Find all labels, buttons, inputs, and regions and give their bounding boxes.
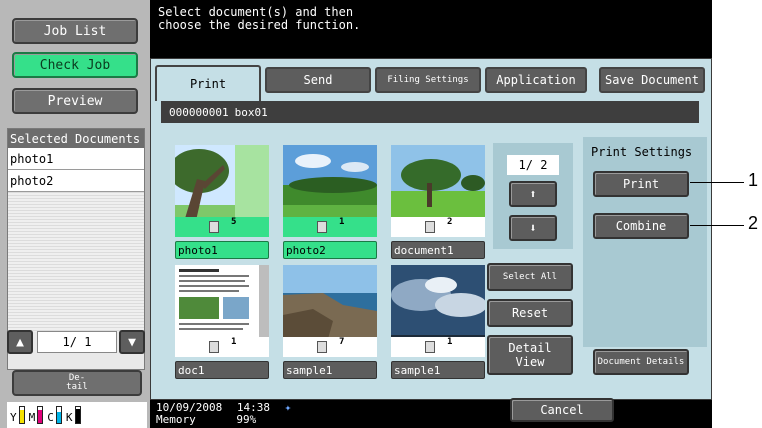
memory-value: 99%: [236, 413, 257, 426]
selected-list-pager: ▲ 1/ 1 ▼: [7, 330, 147, 356]
print-settings-title: Print Settings: [591, 145, 693, 159]
thumbnail-name: document1: [391, 241, 485, 259]
page-count-badge: 1: [283, 217, 377, 237]
reset-button[interactable]: Reset: [487, 299, 573, 327]
save-document-button[interactable]: Save Document: [599, 67, 705, 93]
thumbnail-sample1[interactable]: 7 sample1: [283, 265, 379, 383]
page-count: 2: [447, 217, 453, 227]
print-button[interactable]: Print: [593, 171, 689, 197]
page-count: 1: [339, 217, 345, 227]
network-icon: ✦: [284, 401, 292, 414]
thumbnail-name: sample1: [283, 361, 377, 379]
message-area: Select document(s) and then choose the d…: [150, 0, 712, 62]
preview-button[interactable]: Preview: [12, 88, 138, 114]
combine-button[interactable]: Combine: [593, 213, 689, 239]
thumbnail-pager: 1/ 2 ⬆ ⬇: [493, 143, 573, 249]
list-down-button[interactable]: ▼: [119, 330, 145, 354]
thumbnail-name: photo2: [283, 241, 377, 259]
box-number: 000000001: [169, 105, 229, 119]
toner-levels: Y M C K: [7, 402, 147, 428]
page-count: 5: [231, 217, 237, 227]
arrow-down-icon: ▼: [128, 334, 136, 350]
pages-icon: [425, 341, 435, 353]
list-page-indicator: 1/ 1: [37, 331, 117, 353]
thumbnail-photo1[interactable]: 5 photo1: [175, 145, 271, 263]
thumbnail-page-indicator: 1/ 2: [507, 155, 559, 175]
toner-label: Y: [10, 411, 17, 424]
tab-filing-settings[interactable]: Filing Settings: [375, 67, 481, 93]
toner-label: C: [47, 411, 54, 424]
page-count-badge: 5: [175, 217, 269, 237]
thumbnail-name: sample1: [391, 361, 485, 379]
selected-documents-empty-area: [8, 192, 144, 332]
print-settings-panel: Print Settings Print Combine: [583, 137, 707, 347]
page-down-button[interactable]: ⬇: [509, 215, 557, 241]
toner-label: M: [28, 411, 36, 424]
status-bar: 10/09/2008 14:38 ✦ Memory 99%: [150, 400, 712, 428]
memory-label: Memory: [156, 413, 196, 426]
thumbnail-doc1[interactable]: 1 doc1: [175, 265, 271, 383]
page-count-badge: 1: [391, 337, 485, 357]
thumbnail-document1[interactable]: 2 document1: [391, 145, 487, 263]
tab-application[interactable]: Application: [485, 67, 587, 93]
callout-number: 2: [748, 213, 759, 233]
arrow-up-icon: ▲: [16, 334, 24, 350]
pages-icon: [425, 221, 435, 233]
arrow-down-icon: ⬇: [529, 221, 537, 235]
detail-view-button[interactable]: Detail View: [487, 335, 573, 375]
document-details-button[interactable]: Document Details: [593, 349, 689, 375]
cancel-button[interactable]: Cancel: [510, 398, 614, 422]
pages-icon: [317, 221, 327, 233]
box-info-bar: 000000001 box01: [161, 101, 699, 123]
toner-label: K: [65, 411, 73, 424]
callout-line: [690, 225, 744, 226]
page-count: 1: [231, 337, 237, 347]
page-count-badge: 7: [283, 337, 377, 357]
detail-label: De- tail: [66, 373, 88, 392]
pages-icon: [209, 341, 219, 353]
main-panel: Print Send Filing Settings Application S…: [150, 58, 712, 400]
thumbnail-photo2[interactable]: 1 photo2: [283, 145, 379, 263]
box-name: box01: [234, 105, 268, 119]
message-line: choose the desired function.: [158, 18, 361, 32]
selected-document-item[interactable]: photo1: [8, 148, 144, 170]
thumbnail-sample1[interactable]: 1 sample1: [391, 265, 487, 383]
callout-number: 1: [748, 170, 759, 190]
selected-document-item[interactable]: photo2: [8, 170, 144, 192]
thumbnail-name: doc1: [175, 361, 269, 379]
list-up-button[interactable]: ▲: [7, 330, 33, 354]
pages-icon: [209, 221, 219, 233]
pages-icon: [317, 341, 327, 353]
tab-print[interactable]: Print: [155, 65, 261, 101]
page-count: 1: [447, 337, 453, 347]
page-up-button[interactable]: ⬆: [509, 181, 557, 207]
toner-magenta: M: [29, 406, 44, 424]
check-job-button[interactable]: Check Job: [12, 52, 138, 78]
thumbnail-name: photo1: [175, 241, 269, 259]
page-count-badge: 2: [391, 217, 485, 237]
detail-button[interactable]: De- tail: [12, 370, 142, 396]
tab-send[interactable]: Send: [265, 67, 371, 93]
arrow-up-icon: ⬆: [529, 187, 537, 201]
toner-black: K: [66, 406, 81, 424]
toner-yellow: Y: [10, 406, 25, 424]
callout-line: [690, 182, 744, 183]
toner-cyan: C: [47, 406, 62, 424]
job-list-button[interactable]: Job List: [12, 18, 138, 44]
page-count: 7: [339, 337, 345, 347]
page-count-badge: 1: [175, 337, 269, 357]
selected-documents-header: Selected Documents: [8, 129, 144, 148]
select-all-button[interactable]: Select All: [487, 263, 573, 291]
